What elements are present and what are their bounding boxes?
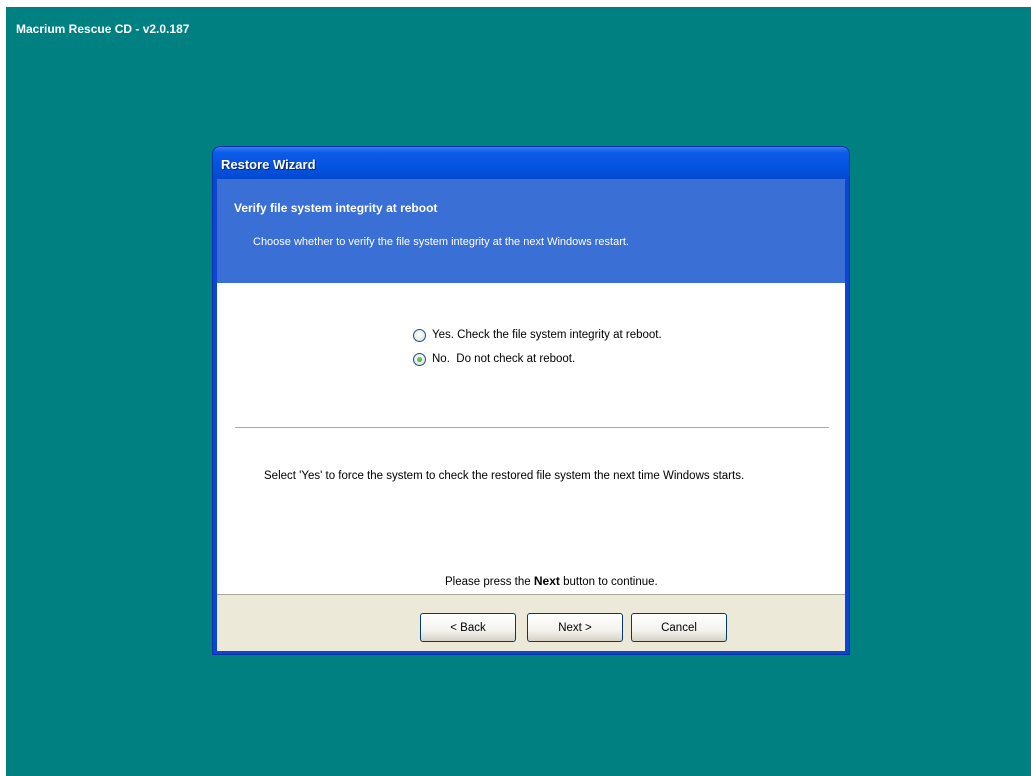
step-description: Choose whether to verify the file system…	[253, 236, 629, 248]
wizard-header: Verify file system integrity at reboot C…	[217, 179, 845, 283]
continue-prefix: Please press the	[445, 576, 531, 588]
cancel-button[interactable]: Cancel	[631, 613, 727, 642]
radio-yes[interactable]	[413, 328, 426, 342]
info-text: Select 'Yes' to force the system to chec…	[264, 470, 745, 482]
continue-instruction: Please press the Next button to continue…	[445, 574, 658, 588]
option-no[interactable]: No. Do not check at reboot.	[413, 351, 575, 367]
option-yes[interactable]: Yes. Check the file system integrity at …	[413, 327, 662, 343]
app-title: Macrium Rescue CD - v2.0.187	[16, 22, 190, 36]
restore-wizard-window: Restore Wizard Verify file system integr…	[213, 147, 849, 654]
desktop: Macrium Rescue CD - v2.0.187 Restore Wiz…	[6, 7, 1031, 776]
option-yes-label[interactable]: Yes. Check the file system integrity at …	[432, 329, 662, 341]
next-button[interactable]: Next >	[527, 613, 623, 642]
button-bar: < Back Next > Cancel	[217, 594, 845, 651]
window-title: Restore Wizard	[221, 157, 316, 172]
divider	[235, 427, 829, 429]
back-button[interactable]: < Back	[420, 613, 516, 642]
window-titlebar[interactable]: Restore Wizard	[213, 147, 849, 179]
wizard-client-area: Verify file system integrity at reboot C…	[217, 179, 845, 651]
continue-bold: Next	[533, 574, 560, 588]
continue-suffix: button to continue.	[563, 576, 658, 588]
option-no-label[interactable]: No. Do not check at reboot.	[432, 353, 575, 365]
radio-no[interactable]	[413, 352, 426, 366]
step-title: Verify file system integrity at reboot	[234, 201, 438, 215]
